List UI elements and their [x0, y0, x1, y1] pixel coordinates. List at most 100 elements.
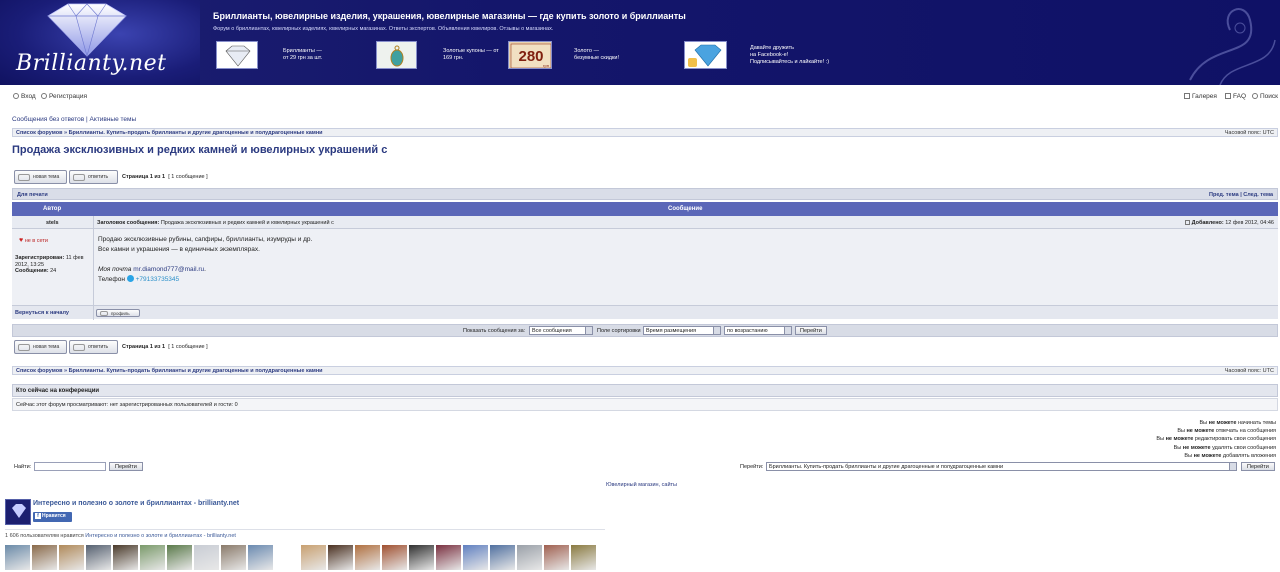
fan-avatar[interactable] — [409, 545, 434, 570]
who-is-online-title: Кто сейчас на конференции — [12, 384, 1278, 397]
reply-button-bottom[interactable]: ответить — [69, 340, 118, 354]
fan-avatar[interactable] — [355, 545, 380, 570]
chevron-down-icon — [713, 327, 720, 334]
fan-avatar[interactable] — [382, 545, 407, 570]
post-header: stels Заголовок сообщения: Продажа экскл… — [12, 216, 1278, 229]
phone-link[interactable]: +79133735345 — [136, 276, 180, 283]
facebook-page-name[interactable]: Интересно и полезно о золоте и бриллиант… — [33, 500, 239, 507]
offline-icon: ♥ — [19, 237, 24, 244]
new-topic-button[interactable]: новая тема — [14, 170, 67, 184]
diamond-icon — [225, 45, 251, 67]
post-subject: Заголовок сообщения: Продажа эксклюзивны… — [97, 220, 334, 226]
new-topic-button-bottom[interactable]: новая тема — [14, 340, 67, 354]
search-input[interactable] — [34, 462, 106, 471]
author-post-count: Сообщения: 24 — [15, 268, 57, 274]
login-link[interactable]: Вход — [13, 93, 36, 100]
print-link[interactable]: Для печати — [17, 192, 48, 198]
search-go-button[interactable]: Перейти — [109, 462, 143, 471]
fan-avatar[interactable] — [463, 545, 488, 570]
fan-avatar[interactable] — [301, 545, 326, 570]
faq-link[interactable]: FAQ — [1225, 93, 1246, 100]
diamond-icon — [12, 504, 26, 518]
fan-avatar[interactable] — [59, 545, 84, 570]
promo-pendant-image[interactable] — [376, 41, 417, 69]
post-link-icon[interactable] — [1184, 220, 1190, 225]
profile-icon — [100, 311, 108, 316]
logo-text: Brillianty.net — [16, 51, 167, 76]
promo-diamonds-text[interactable]: Бриллианты — от 29 грн за шт. — [283, 48, 322, 62]
fan-avatar[interactable] — [248, 545, 273, 570]
jump-forum-select[interactable]: Бриллианты. Купить-продать бриллианты и … — [766, 462, 1237, 471]
who-is-online-text: Сейчас этот форум просматривают: нет зар… — [12, 398, 1278, 411]
promo-coupon-image[interactable]: 280 грн — [508, 41, 552, 69]
permission-item: Вы не можете добавлять вложения — [1184, 452, 1276, 459]
diamond-icon — [47, 3, 127, 58]
coupon-icon: 280 грн — [510, 43, 551, 68]
sort-options-bar: Показать сообщения за: Все сообщения Пол… — [12, 324, 1278, 337]
new-topic-icon — [18, 174, 30, 181]
fan-avatar[interactable] — [571, 545, 596, 570]
breadcrumb-bottom: Список форумов » Бриллианты. Купить-прод… — [12, 366, 1278, 375]
promo-coupons-text[interactable]: Золотые купоны — от 169 грн. — [443, 48, 499, 62]
facebook-icon: f — [35, 513, 41, 519]
fan-avatar[interactable] — [490, 545, 515, 570]
breadcrumb-link[interactable]: Список форумов » Бриллианты. Купить-прод… — [16, 368, 323, 374]
sort-go-button[interactable]: Перейти — [795, 326, 827, 335]
fan-avatar[interactable] — [32, 545, 57, 570]
permission-item: Вы не можете начинать темы — [1199, 420, 1276, 426]
active-topics-link[interactable]: Активные темы — [90, 116, 137, 123]
register-link[interactable]: Регистрация — [41, 93, 87, 100]
register-icon — [41, 93, 47, 99]
search-icon — [1252, 93, 1258, 99]
sort-field-select[interactable]: Время размещения — [643, 326, 721, 335]
facebook-page-avatar[interactable] — [5, 499, 31, 525]
fan-avatar[interactable] — [5, 545, 30, 570]
reply-icon — [73, 344, 85, 351]
footer-link[interactable]: Ювелирный магазин, сайты — [606, 482, 677, 488]
promo-facebook-image[interactable] — [684, 41, 727, 69]
fan-avatar[interactable] — [167, 545, 192, 570]
show-period-select[interactable]: Все сообщения — [529, 326, 593, 335]
timezone-label: Часовой пояс: UTC — [1224, 130, 1274, 136]
fan-avatar[interactable] — [140, 545, 165, 570]
fan-avatar[interactable] — [328, 545, 353, 570]
reply-button[interactable]: ответить — [69, 170, 118, 184]
fan-avatar[interactable] — [517, 545, 542, 570]
jump-go-button[interactable]: Перейти — [1241, 462, 1275, 471]
breadcrumb: Список форумов » Бриллианты. Купить-прод… — [12, 128, 1278, 137]
fan-avatar[interactable] — [436, 545, 461, 570]
svg-text:280: 280 — [518, 48, 543, 65]
pendant-icon — [377, 42, 416, 68]
fan-avatar[interactable] — [113, 545, 138, 570]
promo-gold-text[interactable]: Золото — безумные скидки! — [574, 48, 619, 62]
email-link[interactable]: mr.diamond777@mail.ru — [133, 266, 204, 273]
next-topic-link[interactable]: След. тема — [1243, 192, 1273, 198]
facebook-like-button[interactable]: f Нравится — [33, 512, 72, 522]
fan-avatar[interactable] — [221, 545, 246, 570]
promo-facebook-text[interactable]: Давайте дружить на Facebook-е! Подписыва… — [750, 45, 829, 66]
post-date: Добавлено: 12 фев 2012, 04:46 — [1184, 220, 1274, 226]
sort-order-select[interactable]: по возрастанию — [724, 326, 792, 335]
prev-topic-link[interactable]: Пред. тема — [1209, 192, 1239, 198]
fan-avatar[interactable] — [86, 545, 111, 570]
online-status: ♥ не в сети — [19, 237, 48, 244]
post-body: ♥ не в сети Зарегистрирован: 11 фев 2012… — [12, 229, 1278, 305]
author-registered: Зарегистрирован: 11 фев 2012, 13:25 — [15, 255, 84, 268]
gallery-link[interactable]: Галерея — [1184, 93, 1217, 100]
site-logo[interactable]: Brillianty.net — [0, 0, 200, 85]
search-link[interactable]: Поиск — [1252, 93, 1278, 100]
permission-item: Вы не можете отвечать на сообщения — [1177, 428, 1276, 435]
fan-avatar[interactable] — [544, 545, 569, 570]
breadcrumb-link[interactable]: Список форумов » Бриллианты. Купить-прод… — [16, 130, 323, 136]
login-icon — [13, 93, 19, 99]
new-topic-icon — [18, 344, 30, 351]
site-description: Форум о бриллиантах, ювелирных изделиях,… — [213, 26, 554, 32]
facebook-page-link[interactable]: Интересно и полезно о золоте и бриллиант… — [85, 533, 236, 539]
fan-avatar[interactable] — [194, 545, 219, 570]
facebook-like-count: 1 606 пользователям нравится Интересно и… — [5, 533, 236, 539]
page-title[interactable]: Продажа эксклюзивных и редких камней и ю… — [12, 144, 387, 156]
profile-button[interactable]: профиль — [96, 309, 140, 317]
unanswered-link[interactable]: Сообщения без ответов — [12, 116, 84, 123]
promo-diamond-image[interactable] — [216, 41, 258, 69]
permissions-list: Вы не можете начинать темы Вы не можете … — [1156, 419, 1276, 460]
